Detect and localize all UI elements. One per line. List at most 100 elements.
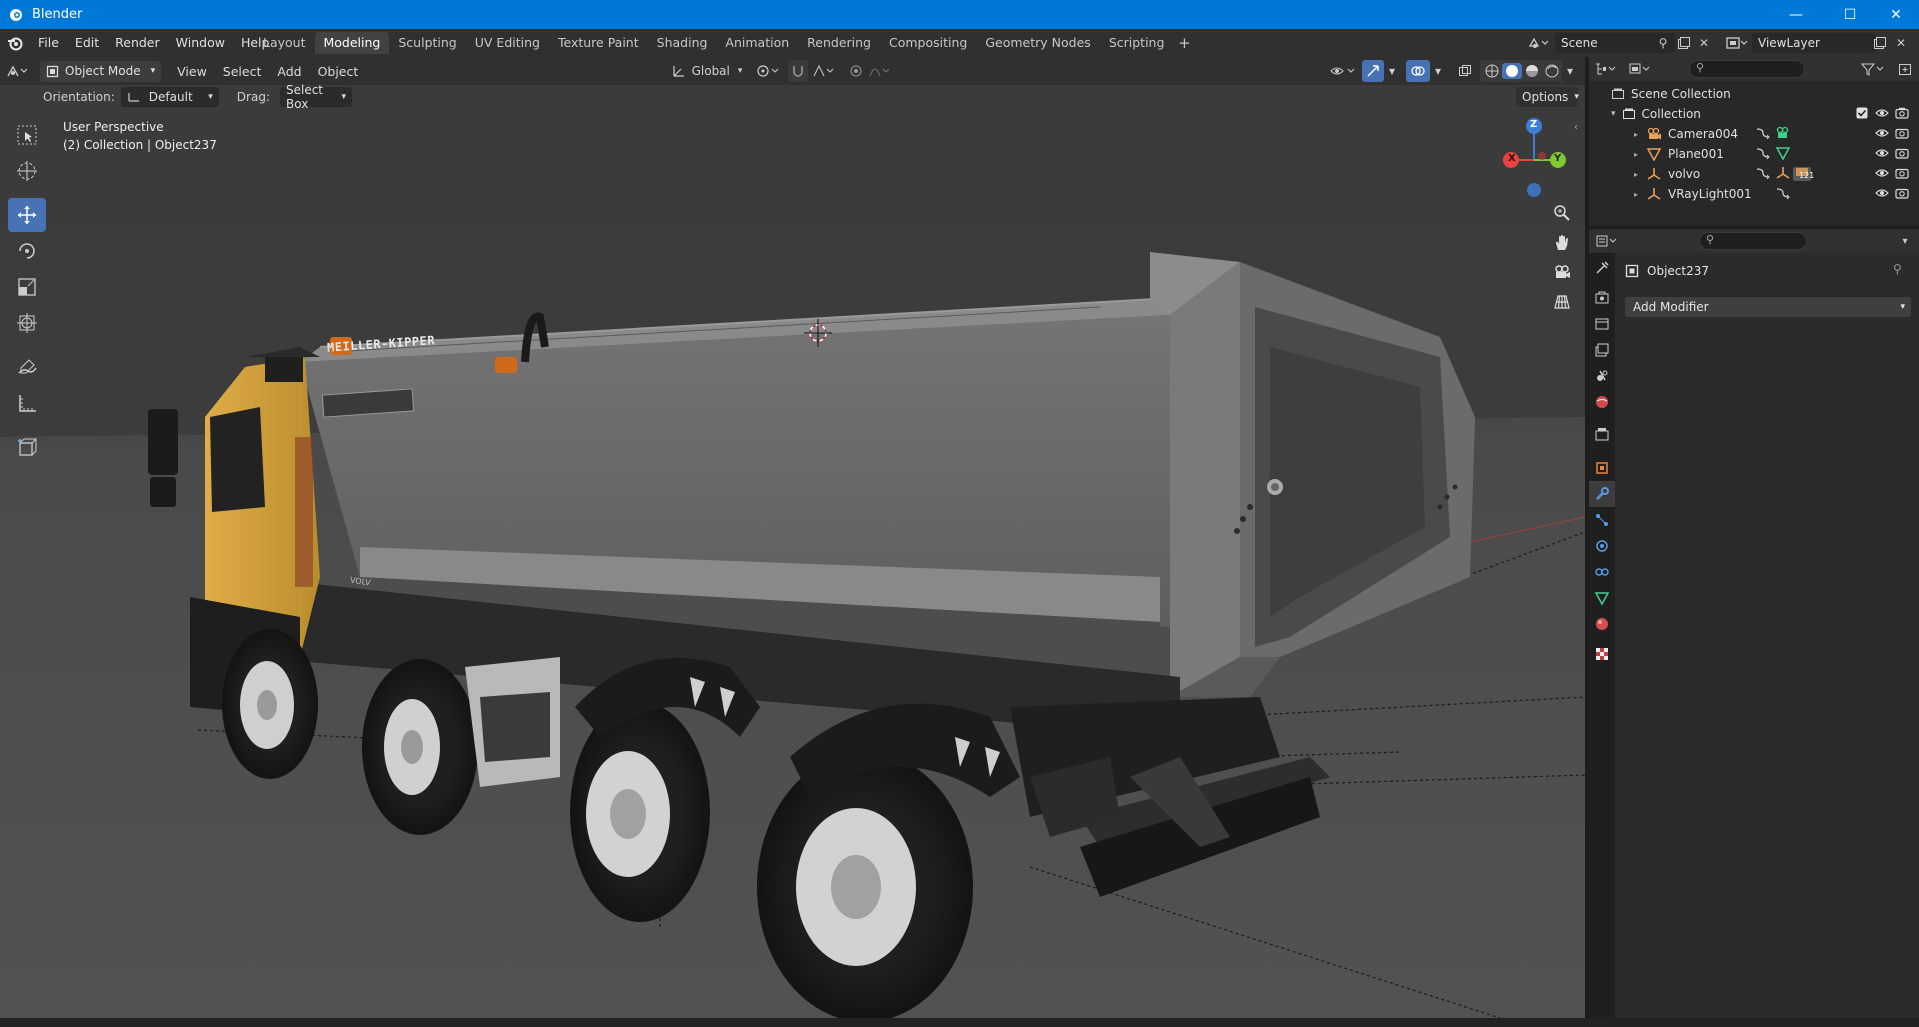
expand-arrow-icon[interactable]: ▾ (1611, 109, 1616, 119)
tab-animation[interactable]: Animation (716, 32, 798, 54)
outliner-row-collection[interactable]: ▾ Collection (1589, 104, 1919, 124)
menu-add[interactable]: Add (269, 64, 309, 79)
orientation-dropdown[interactable]: Default ▾ (120, 87, 219, 107)
render-camera-icon[interactable] (1895, 127, 1909, 142)
scene-properties-tab[interactable] (1589, 363, 1615, 389)
snap-target-icon[interactable] (810, 60, 840, 82)
camera-view-icon[interactable] (1549, 259, 1575, 285)
texture-properties-tab[interactable] (1589, 641, 1615, 667)
modifier-properties-tab[interactable] (1589, 481, 1615, 507)
output-properties-tab[interactable] (1589, 311, 1615, 337)
menu-object[interactable]: Object (310, 64, 367, 79)
select-box-tool[interactable] (8, 118, 46, 152)
snap-icon[interactable] (788, 60, 808, 82)
overlays-dropdown-icon[interactable]: ▾ (1430, 60, 1446, 82)
show-overlays-icon[interactable] (1406, 60, 1430, 82)
shading-dropdown-icon[interactable]: ▾ (1562, 60, 1578, 82)
tab-texture-paint[interactable]: Texture Paint (549, 32, 648, 54)
eye-icon[interactable] (1875, 147, 1889, 162)
physics-properties-tab[interactable] (1589, 533, 1615, 559)
render-properties-tab[interactable] (1589, 285, 1615, 311)
rotate-tool[interactable] (8, 234, 46, 268)
outliner-row-plane001[interactable]: ▸ Plane001 (1589, 144, 1919, 164)
add-modifier-dropdown[interactable]: Add Modifier ▾ (1625, 297, 1911, 317)
render-camera-icon[interactable] (1895, 147, 1909, 162)
delete-scene-icon[interactable]: ✕ (1694, 33, 1714, 53)
new-collection-icon[interactable] (1895, 60, 1915, 78)
blender-logo-icon[interactable] (0, 29, 30, 57)
close-button[interactable]: ✕ (1873, 0, 1919, 29)
new-view-layer-icon[interactable] (1870, 33, 1890, 53)
object-data-properties-tab[interactable] (1589, 585, 1615, 611)
add-workspace-button[interactable]: + (1173, 34, 1195, 52)
new-scene-icon[interactable] (1674, 33, 1694, 53)
render-camera-icon[interactable] (1895, 167, 1909, 182)
outliner-row-volvo[interactable]: ▸ volvo 121 (1589, 164, 1919, 184)
outliner-search-input[interactable]: ⚲ (1689, 60, 1805, 78)
outliner-row-camera004[interactable]: ▸ Camera004 (1589, 124, 1919, 144)
eye-icon[interactable] (1875, 167, 1889, 182)
perspective-grid-icon[interactable] (1549, 289, 1575, 315)
menu-file[interactable]: File (30, 32, 67, 54)
expand-arrow-icon[interactable]: ▸ (1634, 150, 1638, 159)
view-layer-properties-tab[interactable] (1589, 337, 1615, 363)
drag-dropdown[interactable]: Select Box ▾ (279, 83, 352, 111)
scene-type-icon[interactable] (1525, 33, 1553, 53)
tab-modeling[interactable]: Modeling (314, 32, 390, 54)
material-properties-tab[interactable] (1589, 611, 1615, 637)
cursor-tool[interactable] (8, 154, 46, 188)
children-count-badge[interactable]: 121 (1793, 167, 1814, 181)
particles-properties-tab[interactable] (1589, 507, 1615, 533)
add-cube-tool[interactable] (8, 430, 46, 464)
eye-icon[interactable] (1875, 107, 1889, 122)
outliner-row-vraylight001[interactable]: ▸ VRayLight001 (1589, 184, 1919, 204)
object-mode-dropdown[interactable]: Object Mode ▾ (40, 60, 162, 82)
tab-compositing[interactable]: Compositing (880, 32, 976, 54)
transform-tool[interactable] (8, 306, 46, 340)
expand-arrow-icon[interactable]: ▸ (1634, 190, 1638, 199)
move-tool[interactable] (8, 198, 46, 232)
measure-tool[interactable] (8, 386, 46, 420)
menu-view[interactable]: View (169, 64, 215, 79)
tab-layout[interactable]: Layout (254, 32, 315, 54)
tab-geometry-nodes[interactable]: Geometry Nodes (976, 32, 1099, 54)
minimize-button[interactable]: — (1773, 0, 1819, 29)
outliner-editor-type-icon[interactable] (1589, 62, 1623, 76)
pin-scene-icon[interactable]: ⚲ (1653, 33, 1673, 53)
xray-toggle-icon[interactable] (1454, 60, 1476, 82)
object-properties-tab[interactable] (1589, 455, 1615, 481)
annotate-tool[interactable] (8, 350, 46, 384)
constraints-properties-tab[interactable] (1589, 559, 1615, 585)
editor-type-icon[interactable] (0, 64, 36, 78)
collection-properties-tab[interactable] (1589, 421, 1615, 447)
filter-icon[interactable] (1859, 60, 1889, 78)
zoom-icon[interactable] (1549, 200, 1575, 226)
exclude-checkbox[interactable] (1856, 107, 1868, 122)
pin-icon[interactable]: ⚲ (1893, 262, 1911, 280)
tab-sculpting[interactable]: Sculpting (389, 32, 465, 54)
display-mode-icon[interactable] (1623, 62, 1657, 76)
show-gizmo-icon[interactable] (1362, 60, 1384, 82)
expand-arrow-icon[interactable]: ▸ (1634, 130, 1638, 139)
maximize-button[interactable]: ☐ (1827, 0, 1873, 29)
tool-properties-tab[interactable] (1589, 255, 1615, 281)
render-camera-icon[interactable] (1895, 107, 1909, 122)
tab-rendering[interactable]: Rendering (798, 32, 880, 54)
pivot-point-icon[interactable] (752, 60, 786, 82)
pan-hand-icon[interactable] (1549, 230, 1575, 256)
transform-orientation-dropdown[interactable]: Global ▾ (668, 60, 746, 82)
tab-uv-editing[interactable]: UV Editing (466, 32, 549, 54)
falloff-icon[interactable] (866, 60, 896, 82)
properties-options-dropdown[interactable]: ▾ (1895, 232, 1915, 250)
render-camera-icon[interactable] (1895, 187, 1909, 202)
properties-search-input[interactable]: ⚲ (1699, 232, 1807, 250)
tab-scripting[interactable]: Scripting (1100, 32, 1174, 54)
properties-editor-type-icon[interactable] (1595, 232, 1625, 250)
view-layer-field[interactable]: ViewLayer (1752, 33, 1876, 53)
3d-viewport[interactable]: MEILLER-KIPPER VOLV (0, 57, 1585, 1018)
view-layer-type-icon[interactable] (1722, 33, 1752, 53)
menu-edit[interactable]: Edit (67, 32, 107, 54)
menu-select[interactable]: Select (215, 64, 270, 79)
menu-window[interactable]: Window (168, 32, 233, 54)
world-properties-tab[interactable] (1589, 389, 1615, 415)
